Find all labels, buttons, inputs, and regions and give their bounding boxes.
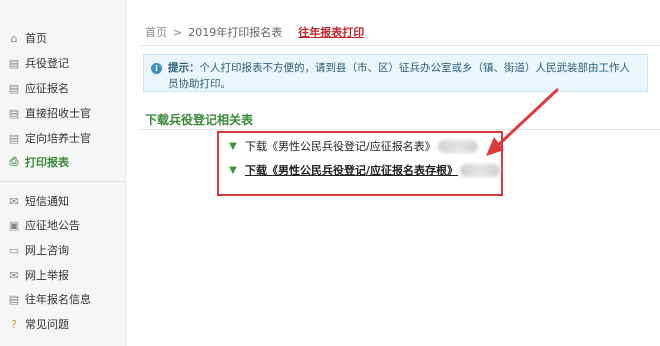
sidebar-item-faq[interactable]: ? 常见问题 xyxy=(8,314,69,334)
section-title: 下载兵役登记相关表 xyxy=(145,113,254,127)
announcement-icon: ▣ xyxy=(8,218,20,232)
sidebar-item-military-registration[interactable]: ▤ 兵役登记 xyxy=(8,53,69,73)
document-icon: ▤ xyxy=(8,131,20,145)
sidebar-item-directed-nco[interactable]: ▤ 定向培养士官 xyxy=(8,128,91,148)
message-icon: ✉ xyxy=(9,194,19,208)
sidebar-item-label: 短信通知 xyxy=(25,195,69,208)
document-icon: ▤ xyxy=(8,292,20,306)
sidebar-item-label: 常见问题 xyxy=(25,318,69,331)
notice-box: i 提示：个人打印报表不方便的，请到县（市、区）征兵办公室或乡（镇、街道）人民武… xyxy=(143,54,648,92)
past-forms-print-link[interactable]: 往年报表打印 xyxy=(298,24,364,40)
sidebar-item-enlistment-signup[interactable]: ▤ 应征报名 xyxy=(8,78,69,98)
sidebar-item-label: 网上举报 xyxy=(25,269,69,282)
sidebar-item-online-consult[interactable]: ▭ 网上咨询 xyxy=(8,240,69,260)
question-icon: ? xyxy=(11,317,17,331)
info-icon: i xyxy=(151,63,162,74)
download-item[interactable]: ▼ 下载《男性公民兵役登记/应征报名表存根》 xyxy=(228,161,501,179)
download-link[interactable]: 下载《男性公民兵役登记/应征报名表》 xyxy=(245,138,436,154)
sidebar-item-home[interactable]: ⌂ 首页 xyxy=(8,28,48,48)
sidebar-item-enlistment-announcement[interactable]: ▣ 应征地公告 xyxy=(8,215,80,235)
mail-icon: ✉ xyxy=(9,268,19,282)
chat-icon: ▭ xyxy=(8,243,20,257)
download-arrow-icon: ▼ xyxy=(229,140,237,152)
sidebar-item-label: 直接招收士官 xyxy=(25,107,91,120)
sidebar-item-label: 应征地公告 xyxy=(25,219,80,232)
document-icon: ▤ xyxy=(8,106,20,120)
sidebar-item-label: 打印报表 xyxy=(25,156,69,169)
sidebar-item-label: 往年报名信息 xyxy=(25,293,91,306)
sidebar-item-past-signup-info[interactable]: ▤ 往年报名信息 xyxy=(8,289,91,309)
breadcrumb-current: 2019年打印报名表 xyxy=(188,26,283,39)
sidebar-item-label: 应征报名 xyxy=(25,82,69,95)
section-divider xyxy=(140,129,660,130)
notice-label: 提示： xyxy=(168,62,200,74)
sidebar-item-label: 定向培养士官 xyxy=(25,132,91,145)
document-icon: ▤ xyxy=(8,81,20,95)
blurred-text xyxy=(437,139,478,153)
sidebar-item-direct-nco[interactable]: ▤ 直接招收士官 xyxy=(8,103,91,123)
breadcrumb-separator: > xyxy=(173,25,183,39)
notice-text: 个人打印报表不方便的，请到县（市、区）征兵办公室或乡（镇、街道）人民武装部由工作… xyxy=(168,62,630,90)
sidebar-divider xyxy=(0,181,126,182)
sidebar-item-label: 网上咨询 xyxy=(25,244,69,257)
sidebar-item-sms-notice[interactable]: ✉ 短信通知 xyxy=(8,191,69,211)
breadcrumb: 首页 > 2019年打印报名表 往年报表打印 xyxy=(145,24,364,40)
document-icon: ▤ xyxy=(8,56,20,70)
sidebar-item-label: 兵役登记 xyxy=(25,57,69,70)
home-icon: ⌂ xyxy=(10,31,18,45)
sidebar: ⌂ 首页 ▤ 兵役登记 ▤ 应征报名 ▤ 直接招收士官 ▤ 定向培养士官 ⎙ 打… xyxy=(0,0,126,346)
header-divider xyxy=(140,45,660,46)
sidebar-item-print-forms[interactable]: ⎙ 打印报表 xyxy=(8,152,69,172)
sidebar-item-online-report[interactable]: ✉ 网上举报 xyxy=(8,265,69,285)
breadcrumb-home[interactable]: 首页 xyxy=(145,24,167,40)
blurred-text xyxy=(460,163,501,177)
download-item[interactable]: ▼ 下载《男性公民兵役登记/应征报名表》 xyxy=(228,137,478,155)
download-arrow-icon: ▼ xyxy=(229,164,237,176)
printer-icon: ⎙ xyxy=(9,155,19,168)
sidebar-item-label: 首页 xyxy=(25,32,47,45)
download-link[interactable]: 下载《男性公民兵役登记/应征报名表存根》 xyxy=(245,162,458,178)
